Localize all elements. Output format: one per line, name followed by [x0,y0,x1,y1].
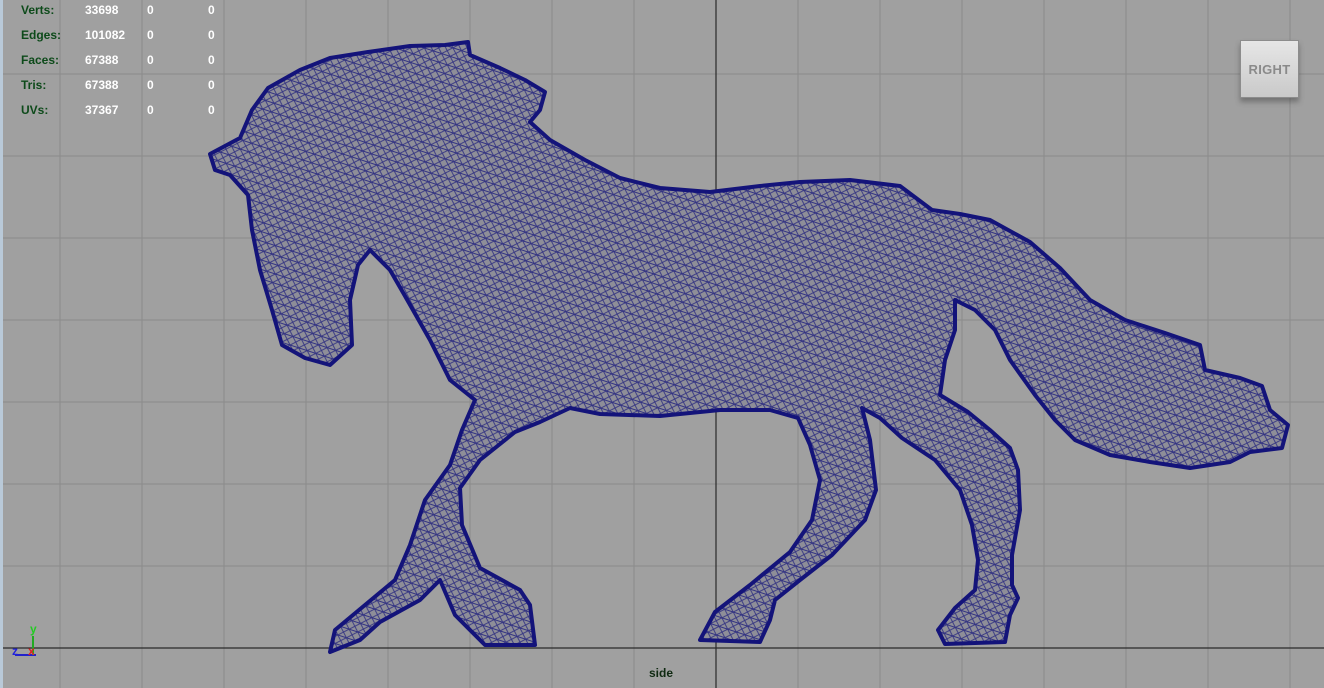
hud-selected-count: 0 [147,53,154,67]
hud-selected-count: 0 [147,103,154,117]
hud-label: Edges: [21,28,62,42]
hud-component-count: 0 [208,78,215,92]
view-cube-icon[interactable]: RIGHT [1240,40,1299,98]
hud-selected-count: 0 [147,28,154,42]
hud-component-count: 0 [208,53,215,67]
hud-label: Tris: [21,78,47,92]
hud-total-count: 67388 [85,78,119,92]
hud-selected-count: 0 [147,78,154,92]
viewport-grid [0,0,1324,688]
axis-y-label: y [30,622,37,636]
axis-indicator-icon: y z x [8,622,48,662]
hud-label: Verts: [21,3,55,17]
hud-label: UVs: [21,103,49,117]
hud-total-count: 37367 [85,103,119,117]
hud-component-count: 0 [208,3,215,17]
viewport-left-border [0,0,3,688]
hud-label: Faces: [21,53,60,67]
view-cube-label: RIGHT [1248,61,1291,77]
axis-x-label: x [28,644,35,658]
hud-total-count: 33698 [85,3,119,17]
hud-selected-count: 0 [147,3,154,17]
hud-total-count: 67388 [85,53,119,67]
hud-component-count: 0 [208,103,215,117]
hud-total-count: 101082 [85,28,126,42]
axis-z-label: z [12,644,18,658]
hud-component-count: 0 [208,28,215,42]
side-viewport[interactable]: Verts: 33698 0 0 Edges: 101082 0 0 Faces: 67388 0 0… [0,0,1324,688]
camera-name-label: side [648,666,673,680]
